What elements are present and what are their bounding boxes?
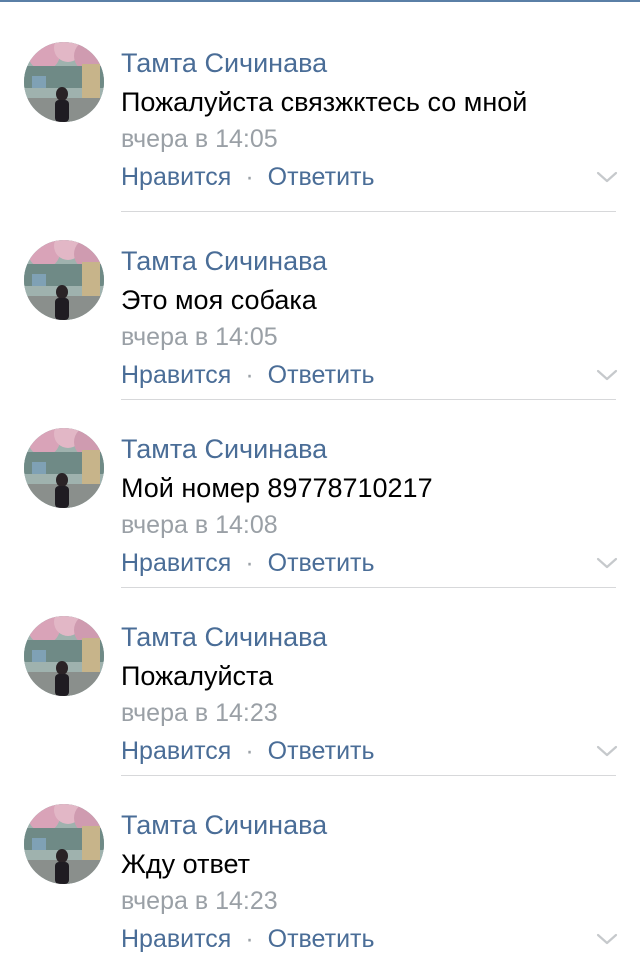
comment-item: Тамта Сичинава Мой номер 89778710217 вче… [0, 400, 640, 588]
comment-author-link[interactable]: Тамта Сичинава [121, 808, 620, 842]
comments-list: Тамта Сичинава Пожалуйста связжктесь со … [0, 2, 640, 964]
chevron-down-icon[interactable] [596, 556, 618, 570]
avatar-photo-icon [24, 616, 104, 696]
reply-button[interactable]: Ответить [268, 737, 375, 765]
comment-text: Жду ответ [121, 849, 251, 879]
like-button[interactable]: Нравится [121, 163, 231, 191]
comment-actions: Нравится · Ответить [121, 734, 620, 768]
comment-timestamp: вчера в 14:05 [121, 125, 278, 153]
comment-text: Это моя собака [121, 285, 317, 315]
comment-item: Тамта Сичинава Жду ответ вчера в 14:23 Н… [0, 776, 640, 964]
comment-timestamp: вчера в 14:05 [121, 323, 278, 351]
like-button[interactable]: Нравится [121, 737, 231, 765]
chevron-down-icon[interactable] [596, 932, 618, 946]
comment-timestamp: вчера в 14:23 [121, 699, 278, 727]
comment-author-link[interactable]: Тамта Сичинава [121, 620, 620, 654]
chevron-down-icon[interactable] [596, 368, 618, 382]
avatar-photo-icon [24, 804, 104, 884]
comment-text: Пожалуйста [121, 661, 274, 691]
comment-item: Тамта Сичинава Пожалуйста связжктесь со … [0, 2, 640, 212]
comment-text: Пожалуйста связжктесь со мной [121, 87, 528, 117]
comment-author-link[interactable]: Тамта Сичинава [121, 432, 620, 466]
chevron-down-icon[interactable] [596, 744, 618, 758]
comment-item: Тамта Сичинава Пожалуйста вчера в 14:23 … [0, 588, 640, 776]
avatar[interactable] [24, 804, 104, 884]
reply-button[interactable]: Ответить [268, 549, 375, 577]
comment-timestamp: вчера в 14:08 [121, 511, 278, 539]
avatar-photo-icon [24, 428, 104, 508]
reply-button[interactable]: Ответить [268, 163, 375, 191]
like-button[interactable]: Нравится [121, 549, 231, 577]
reply-button[interactable]: Ответить [268, 925, 375, 953]
action-separator: · [245, 549, 254, 577]
comment-actions: Нравится · Ответить [121, 358, 620, 392]
action-separator: · [245, 737, 254, 765]
reply-button[interactable]: Ответить [268, 361, 375, 389]
avatar[interactable] [24, 616, 104, 696]
comment-text: Мой номер 89778710217 [121, 473, 433, 503]
comment-item: Тамта Сичинава Это моя собака вчера в 14… [0, 212, 640, 400]
comment-actions: Нравится · Ответить [121, 546, 620, 580]
comment-timestamp: вчера в 14:23 [121, 887, 278, 915]
like-button[interactable]: Нравится [121, 925, 231, 953]
avatar-photo-icon [24, 42, 104, 122]
avatar[interactable] [24, 428, 104, 508]
comment-author-link[interactable]: Тамта Сичинава [121, 46, 620, 80]
avatar[interactable] [24, 42, 104, 122]
like-button[interactable]: Нравится [121, 361, 231, 389]
action-separator: · [245, 361, 254, 389]
comment-actions: Нравится · Ответить [121, 922, 620, 956]
avatar-photo-icon [24, 240, 104, 320]
comment-author-link[interactable]: Тамта Сичинава [121, 244, 620, 278]
action-separator: · [245, 163, 254, 191]
action-separator: · [245, 925, 254, 953]
comment-actions: Нравится · Ответить [121, 160, 620, 194]
avatar[interactable] [24, 240, 104, 320]
chevron-down-icon[interactable] [596, 170, 618, 184]
